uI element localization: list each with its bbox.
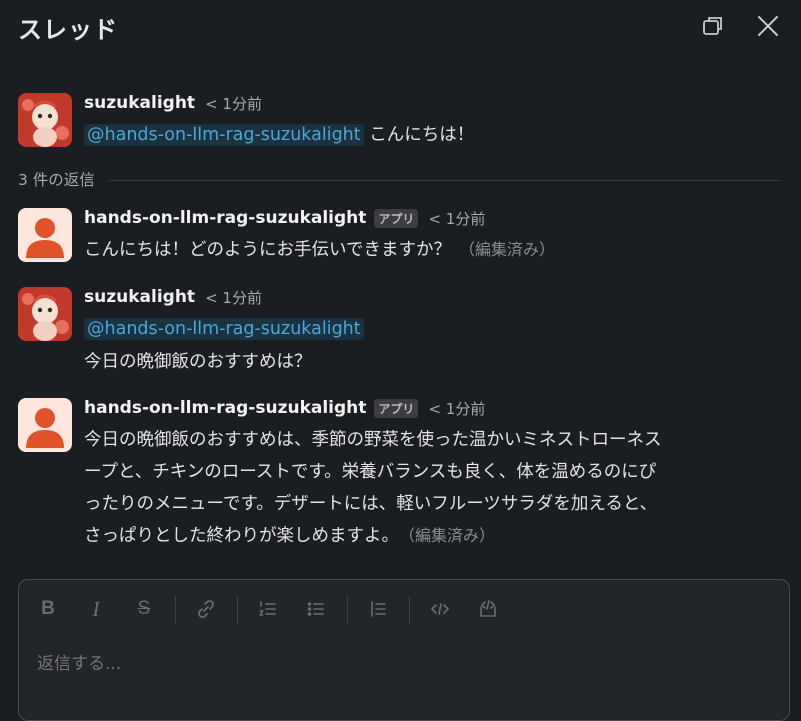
author-name[interactable]: hands-on-llm-rag-suzukalight [84,208,366,228]
message-body: こんにちは！どのようにお手伝いできますか？ （編集済み） [84,235,555,265]
message-text-line: さっぱりとした終わりが楽しめますよ。 [84,526,399,546]
avatar-app[interactable] [18,398,72,452]
mention-link[interactable]: @hands-on-llm-rag-suzukalight [84,318,364,340]
thread-header: スレッド [0,0,801,52]
author-name[interactable]: hands-on-llm-rag-suzukalight [84,398,366,418]
avatar-suzukalight[interactable] [18,287,72,341]
app-badge: アプリ [374,208,419,228]
message-body: さっぱりとした終わりが楽しめますよ。 （編集済み） [84,521,495,551]
mention-link[interactable]: @hands-on-llm-rag-suzukalight [84,124,364,146]
message-body: @hands-on-llm-rag-suzukalight こんにちは！ [84,120,474,150]
app-badge: アプリ [374,398,419,418]
bulleted-list-icon[interactable] [299,592,333,626]
popout-window-icon[interactable] [700,13,726,39]
message-text-line: 今日の晩御飯のおすすめは、季節の野菜を使った温かいミネストローネス [84,430,662,450]
message-meta: suzukalight < 1分前 [84,91,262,115]
timestamp[interactable]: < 1分前 [205,93,262,114]
link-icon[interactable] [189,592,223,626]
author-name[interactable]: suzukalight [84,93,195,113]
message-text: こんにちは！ [369,125,475,145]
edited-label: （編集済み） [458,240,555,259]
reply-count: 3 件の返信 [18,168,109,190]
toolbar-divider [237,596,238,624]
edited-label: （編集済み） [407,526,496,545]
author-name[interactable]: suzukalight [84,287,195,307]
avatar-suzukalight[interactable] [18,93,72,147]
bold-icon[interactable]: B [31,592,65,626]
avatar-app[interactable] [18,208,72,262]
message-body: @hands-on-llm-rag-suzukalight [84,314,364,344]
thread-title: スレッド [18,16,118,44]
timestamp[interactable]: < 1分前 [205,287,262,308]
message-meta: hands-on-llm-rag-suzukalight アプリ < 1分前 [84,206,485,230]
reply-composer: B I S [18,579,790,721]
message-meta: suzukalight < 1分前 [84,285,262,309]
timestamp[interactable]: < 1分前 [428,208,485,229]
toolbar-divider [175,596,176,624]
italic-icon[interactable]: I [79,592,113,626]
timestamp[interactable]: < 1分前 [428,398,485,419]
reply-input[interactable] [37,654,737,674]
message-text-line: ったりのメニューです。デザートには、軽いフルーツサラダを加えると、 [84,494,658,514]
message-text: こんにちは！どのようにお手伝いできますか？ [84,240,451,260]
blockquote-icon[interactable] [361,592,395,626]
code-block-icon[interactable] [471,592,505,626]
close-icon[interactable] [755,13,781,39]
message-text: 今日の晩御飯のおすすめは？ [84,352,312,372]
ordered-list-icon[interactable] [251,592,285,626]
code-icon[interactable] [423,592,457,626]
toolbar-divider [347,596,348,624]
message-text-line: ープと、チキンのローストです。栄養バランスも良く、体を温めるのにぴ [84,462,657,482]
divider-rule [18,180,780,181]
message-meta: hands-on-llm-rag-suzukalight アプリ < 1分前 [84,396,485,420]
toolbar-divider [409,596,410,624]
replies-divider: 3 件の返信 [18,168,780,192]
strikethrough-icon[interactable]: S [127,592,161,626]
